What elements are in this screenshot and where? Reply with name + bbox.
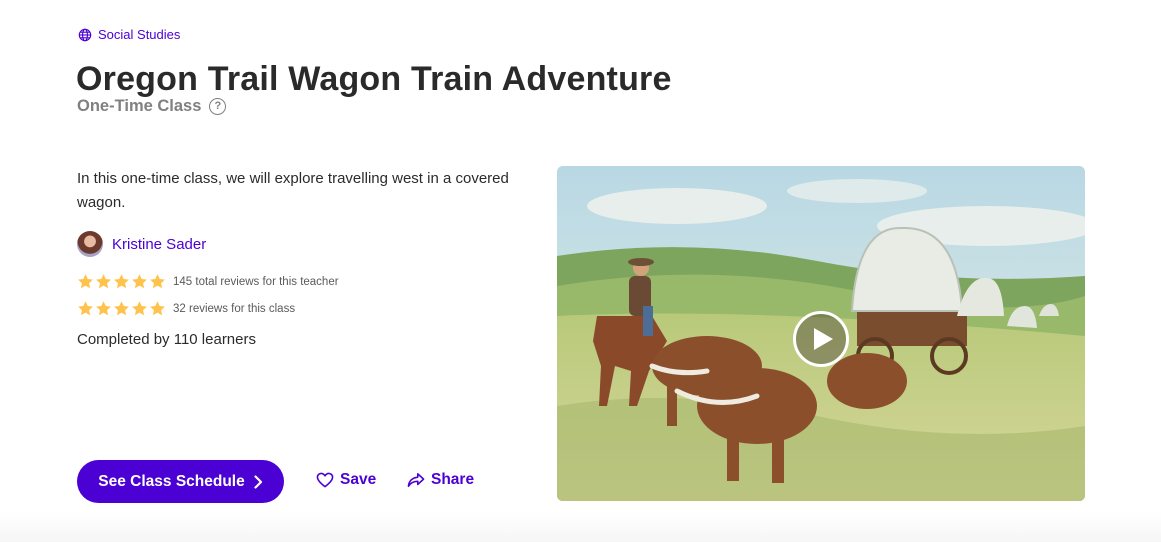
star-icon bbox=[78, 301, 93, 316]
star-icon bbox=[96, 274, 111, 289]
class-review-count: 32 reviews for this class bbox=[173, 302, 296, 315]
star-icon bbox=[114, 274, 129, 289]
star-icon bbox=[132, 274, 147, 289]
play-icon bbox=[814, 328, 833, 350]
share-button[interactable]: Share bbox=[407, 471, 474, 489]
page-title: Oregon Trail Wagon Train Adventure bbox=[76, 60, 672, 98]
teacher-reviews[interactable]: 145 total reviews for this teacher bbox=[77, 273, 339, 290]
teacher-review-count: 145 total reviews for this teacher bbox=[173, 275, 339, 288]
avatar bbox=[77, 231, 103, 257]
share-label: Share bbox=[431, 471, 475, 488]
class-summary: In this one-time class, we will explore … bbox=[77, 170, 509, 211]
save-button[interactable]: Save bbox=[316, 471, 376, 489]
category-label: Social Studies bbox=[98, 27, 181, 42]
star-icon bbox=[150, 301, 165, 316]
play-button[interactable] bbox=[793, 311, 849, 367]
category-link[interactable]: Social Studies bbox=[78, 27, 180, 42]
class-reviews[interactable]: 32 reviews for this class bbox=[77, 300, 295, 317]
star-rating bbox=[77, 273, 166, 290]
completed-count: Completed by 110 learners bbox=[77, 331, 256, 348]
star-icon bbox=[114, 301, 129, 316]
class-video[interactable] bbox=[557, 166, 1085, 501]
save-label: Save bbox=[340, 471, 377, 488]
help-icon[interactable]: ? bbox=[209, 98, 227, 115]
star-icon bbox=[132, 301, 147, 316]
star-icon bbox=[96, 301, 111, 316]
teacher-link[interactable]: Kristine Sader bbox=[77, 231, 206, 257]
share-icon bbox=[407, 472, 425, 488]
chevron-right-icon bbox=[254, 474, 262, 489]
heart-icon bbox=[316, 472, 334, 488]
class-type-label: One-Time Class bbox=[77, 97, 202, 115]
teacher-name: Kristine Sader bbox=[112, 235, 207, 253]
section-divider bbox=[0, 512, 1161, 542]
see-class-schedule-button[interactable]: See Class Schedule bbox=[77, 460, 284, 503]
see-class-schedule-label: See Class Schedule bbox=[98, 472, 245, 490]
star-icon bbox=[150, 274, 165, 289]
class-type: One-Time Class ? bbox=[77, 97, 227, 116]
star-icon bbox=[78, 274, 93, 289]
star-rating bbox=[77, 300, 166, 317]
globe-icon bbox=[78, 28, 92, 41]
